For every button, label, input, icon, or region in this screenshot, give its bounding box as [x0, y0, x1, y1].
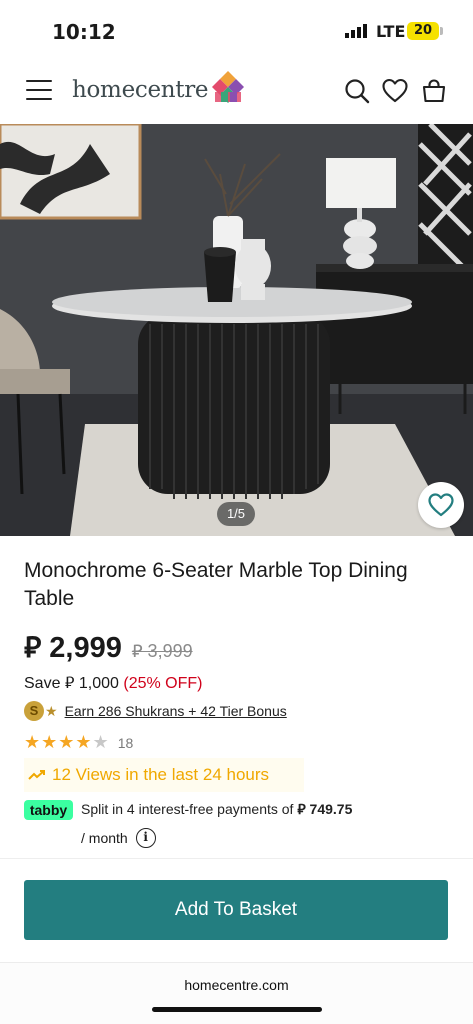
- image-counter: 1/5: [217, 502, 255, 526]
- logo-text: homecentre: [72, 77, 209, 103]
- tabby-month: / month: [81, 830, 128, 846]
- savings-amount: Save ⃃ 1,000: [24, 675, 124, 692]
- logo[interactable]: homecentre: [72, 70, 245, 110]
- status-time: 10:12: [52, 20, 116, 44]
- wishlist-button[interactable]: [418, 482, 464, 528]
- divider: [0, 858, 473, 859]
- star-rating-icon: ★★★★★: [24, 732, 110, 752]
- views-text: 12 Views in the last 24 hours: [52, 765, 270, 784]
- review-count: 18: [117, 734, 134, 751]
- current-price: ⃃ 2,999: [24, 632, 122, 664]
- shukran-star-icon: ★: [45, 702, 58, 719]
- shukran-row: S ★ Earn 286 Shukrans + 42 Tier Bonus: [24, 701, 287, 721]
- discount-percent: (25% OFF): [123, 675, 203, 692]
- signal-icon: [345, 24, 367, 38]
- heart-icon: [428, 493, 454, 517]
- heart-icon[interactable]: [382, 78, 408, 104]
- site-header: homecentre: [0, 62, 473, 124]
- views-banner: 12 Views in the last 24 hours: [24, 758, 304, 792]
- shukran-link[interactable]: Earn 286 Shukrans + 42 Tier Bonus: [65, 703, 287, 719]
- product-image[interactable]: [0, 124, 473, 536]
- trending-icon: [28, 770, 45, 780]
- url-text: homecentre.com: [184, 977, 289, 993]
- search-icon[interactable]: [344, 78, 370, 104]
- logo-mark-icon: [212, 71, 245, 103]
- home-indicator[interactable]: [152, 1007, 322, 1012]
- browser-url-bar[interactable]: homecentre.com: [0, 962, 473, 1024]
- battery-tip: [440, 27, 443, 35]
- tabby-text: Split in 4 interest-free payments of ⃃ 7…: [81, 796, 441, 823]
- product-title: Monochrome 6-Seater Marble Top Dining Ta…: [24, 559, 408, 610]
- shukran-coin-icon: S: [24, 701, 44, 721]
- basket-icon[interactable]: [421, 78, 447, 104]
- menu-icon[interactable]: [26, 80, 52, 102]
- price-row: ⃃ 2,999 ⃃ 3,999: [24, 628, 193, 666]
- add-to-basket-button[interactable]: Add To Basket: [24, 880, 448, 940]
- savings-text: Save ⃃ 1,000 (25% OFF): [24, 673, 202, 693]
- info-icon[interactable]: i: [135, 828, 156, 848]
- tabby-description: Split in 4 interest-free payments of: [81, 801, 298, 817]
- status-bar: 10:12 LTE 20: [0, 0, 473, 60]
- product-photo: [0, 124, 473, 536]
- tabby-amount: ⃃ 749.75: [297, 801, 353, 817]
- rating-row[interactable]: ★★★★★ 18: [24, 732, 133, 753]
- tabby-month-row: / month i: [81, 828, 156, 848]
- network-label: LTE: [376, 22, 406, 41]
- battery-icon: 20: [407, 22, 439, 40]
- tabby-logo: tabby: [24, 800, 73, 820]
- original-price: ⃃ 3,999: [131, 641, 193, 661]
